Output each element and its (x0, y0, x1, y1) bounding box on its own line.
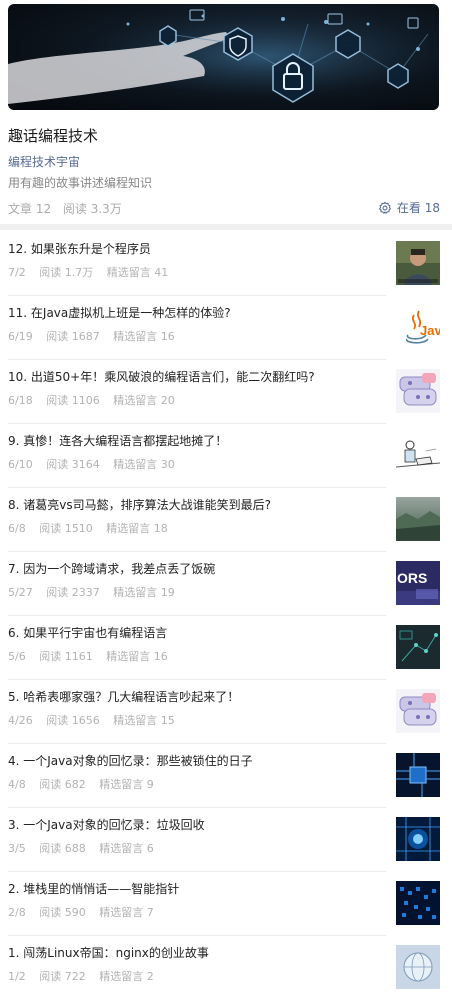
album-cover-banner (8, 4, 439, 110)
article-date: 1/2 (8, 970, 26, 983)
gear-icon (378, 201, 392, 215)
article-date: 7/2 (8, 266, 26, 279)
article-item-12[interactable]: 1. 闯荡Linux帝国：nginx的创业故事 1/2 阅读 722 精选留言 … (0, 936, 452, 1000)
article-reads: 阅读 590 (39, 906, 86, 919)
article-date: 5/6 (8, 650, 26, 663)
article-comments: 精选留言 9 (99, 778, 154, 791)
article-reads: 阅读 722 (39, 970, 86, 983)
article-meta: 6/18 阅读 1106 精选留言 20 (8, 392, 185, 408)
read-count: 阅读 3.3万 (62, 202, 122, 216)
article-meta: 4/8 阅读 682 精选留言 9 (8, 776, 164, 792)
article-item-2[interactable]: 11. 在Java虚拟机上班是一种怎样的体验? 6/19 阅读 1687 精选留… (0, 296, 452, 360)
section-divider (0, 224, 452, 230)
article-reads: 阅读 1.7万 (39, 266, 94, 279)
article-comments: 精选留言 16 (106, 650, 168, 663)
article-comments: 精选留言 15 (113, 714, 175, 727)
article-title: 8. 诸葛亮vs司马懿，排序算法大战谁能笑到最后? (8, 498, 271, 512)
blue-grid-thumbnail (396, 881, 440, 925)
article-item-5[interactable]: 8. 诸葛亮vs司马懿，排序算法大战谁能笑到最后? 6/8 阅读 1510 精选… (0, 488, 452, 552)
dark-tech-thumbnail (396, 625, 440, 669)
article-count: 文章 12 (8, 202, 52, 216)
article-meta: 6/8 阅读 1510 精选留言 18 (8, 520, 178, 536)
article-comments: 精选留言 7 (99, 906, 154, 919)
article-date: 6/18 (8, 394, 33, 407)
svg-text:Java: Java (420, 323, 440, 338)
article-title: 4. 一个Java对象的回忆录：那些被锁住的日子 (8, 754, 253, 768)
article-meta: 6/10 阅读 3164 精选留言 30 (8, 456, 185, 472)
album-description: 用有趣的故事讲述编程知识 (8, 176, 153, 190)
article-item-4[interactable]: 9. 真惨！连各大编程语言都摆起地摊了！ 6/10 阅读 3164 精选留言 3… (0, 424, 452, 488)
article-comments: 精选留言 20 (113, 394, 175, 407)
article-meta: 3/5 阅读 688 精选留言 6 (8, 840, 164, 856)
article-reads: 阅读 688 (39, 842, 86, 855)
article-title: 3. 一个Java对象的回忆录：垃圾回收 (8, 818, 205, 832)
album-stats: 文章 12 阅读 3.3万 (8, 200, 122, 217)
article-date: 4/8 (8, 778, 26, 791)
article-reads: 阅读 1687 (46, 330, 100, 343)
article-title: 6. 如果平行宇宙也有编程语言 (8, 626, 168, 640)
article-reads: 阅读 1161 (39, 650, 93, 663)
article-reads: 阅读 3164 (46, 458, 100, 471)
article-comments: 精选留言 2 (99, 970, 154, 983)
person-photo-thumbnail (396, 241, 440, 285)
article-item-6[interactable]: 7. 因为一个跨域请求，我差点丢了饭碗 5/27 阅读 2337 精选留言 19… (0, 552, 452, 616)
article-meta: 1/2 阅读 722 精选留言 2 (8, 968, 164, 984)
article-reads: 阅读 1510 (39, 522, 93, 535)
svg-text:ORS: ORS (397, 570, 427, 586)
article-item-9[interactable]: 4. 一个Java对象的回忆录：那些被锁住的日子 4/8 阅读 682 精选留言… (0, 744, 452, 808)
article-item-3[interactable]: 10. 出道50+年！乘风破浪的编程语言们，能二次翻红吗? 6/18 阅读 11… (0, 360, 452, 424)
article-title: 12. 如果张东升是个程序员 (8, 242, 151, 256)
article-item-11[interactable]: 2. 堆栈里的悄悄话——智能指针 2/8 阅读 590 精选留言 7 (0, 872, 452, 936)
article-meta: 7/2 阅读 1.7万 精选留言 41 (8, 264, 178, 280)
watching-button[interactable]: 在看 18 (378, 199, 440, 216)
article-meta: 4/26 阅读 1656 精选留言 15 (8, 712, 185, 728)
article-reads: 阅读 682 (39, 778, 86, 791)
article-date: 5/27 (8, 586, 33, 599)
article-title: 1. 闯荡Linux帝国：nginx的创业故事 (8, 946, 209, 960)
landscape-thumbnail (396, 497, 440, 541)
article-reads: 阅读 1106 (46, 394, 100, 407)
article-item-7[interactable]: 6. 如果平行宇宙也有编程语言 5/6 阅读 1161 精选留言 16 (0, 616, 452, 680)
article-meta: 6/19 阅读 1687 精选留言 16 (8, 328, 185, 344)
article-reads: 阅读 2337 (46, 586, 100, 599)
article-title: 11. 在Java虚拟机上班是一种怎样的体验? (8, 306, 231, 320)
article-comments: 精选留言 18 (106, 522, 168, 535)
article-title: 9. 真惨！连各大编程语言都摆起地摊了！ (8, 434, 228, 448)
article-title: 10. 出道50+年！乘风破浪的编程语言们，能二次翻红吗? (8, 370, 315, 384)
languages-sticker-thumbnail (396, 369, 440, 413)
languages-sticker-thumbnail (396, 689, 440, 733)
article-title: 5. 哈希表哪家强？几大编程语言吵起来了！ (8, 690, 240, 704)
article-date: 6/10 (8, 458, 33, 471)
article-title: 2. 堆栈里的悄悄话——智能指针 (8, 882, 180, 896)
article-item-10[interactable]: 3. 一个Java对象的回忆录：垃圾回收 3/5 阅读 688 精选留言 6 (0, 808, 452, 872)
article-date: 3/5 (8, 842, 26, 855)
article-meta: 2/8 阅读 590 精选留言 7 (8, 904, 164, 920)
article-meta: 5/27 阅读 2337 精选留言 19 (8, 584, 185, 600)
album-author-link[interactable]: 编程技术宇宙 (8, 153, 80, 170)
article-meta: 5/6 阅读 1161 精选留言 16 (8, 648, 178, 664)
article-date: 2/8 (8, 906, 26, 919)
article-item-8[interactable]: 5. 哈希表哪家强？几大编程语言吵起来了！ 4/26 阅读 1656 精选留言 … (0, 680, 452, 744)
article-comments: 精选留言 16 (113, 330, 175, 343)
article-reads: 阅读 1656 (46, 714, 100, 727)
article-comments: 精选留言 19 (113, 586, 175, 599)
article-date: 4/26 (8, 714, 33, 727)
article-title: 7. 因为一个跨域请求，我差点丢了饭碗 (8, 562, 216, 576)
article-comments: 精选留言 41 (106, 266, 169, 279)
article-comments: 精选留言 6 (99, 842, 154, 855)
article-date: 6/19 (8, 330, 33, 343)
article-item-1[interactable]: 12. 如果张东升是个程序员 7/2 阅读 1.7万 精选留言 41 (0, 232, 452, 296)
watching-label: 在看 18 (396, 201, 440, 215)
java-logo-thumbnail: Java (396, 305, 440, 349)
article-comments: 精选留言 30 (113, 458, 175, 471)
blue-circuit-thumbnail (396, 817, 440, 861)
cors-laptop-thumbnail: ORS (396, 561, 440, 605)
article-date: 6/8 (8, 522, 26, 535)
street-sketch-thumbnail (396, 433, 440, 477)
article-list: 12. 如果张东升是个程序员 7/2 阅读 1.7万 精选留言 41 11. 在… (0, 232, 452, 1000)
globe-light-thumbnail (396, 945, 440, 989)
blue-chip-thumbnail (396, 753, 440, 797)
album-title: 趣话编程技术 (8, 127, 99, 145)
